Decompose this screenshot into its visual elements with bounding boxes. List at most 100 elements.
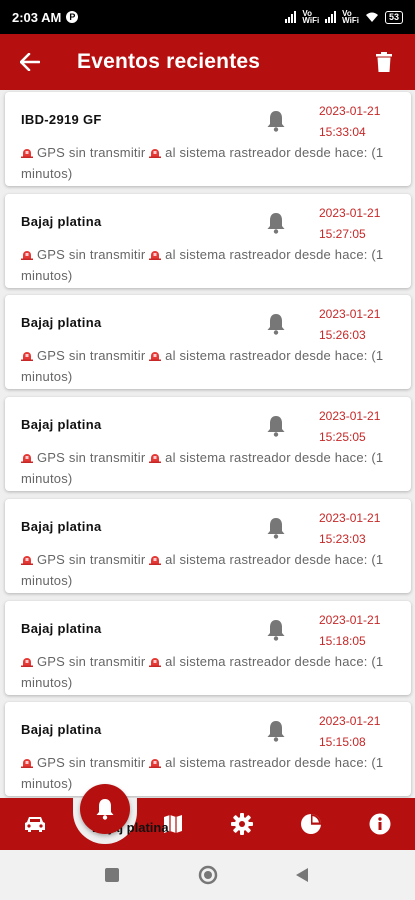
nav-reports[interactable] [281, 798, 341, 850]
siren-icon [149, 759, 162, 769]
back-button[interactable] [0, 34, 60, 90]
siren-icon [21, 759, 33, 769]
event-time: 15:23:03 [319, 531, 366, 546]
siren-icon [21, 250, 33, 260]
bell-icon[interactable] [266, 415, 286, 437]
event-message-part1: GPS sin transmitir [37, 551, 146, 567]
triangle-back-icon [296, 868, 308, 882]
delete-all-button[interactable] [353, 34, 415, 90]
event-time: 15:27:05 [319, 226, 366, 241]
bell-icon[interactable] [266, 720, 286, 742]
gear-icon [231, 813, 253, 835]
event-date: 2023-01-21 [319, 714, 381, 729]
siren-icon [149, 454, 162, 464]
siren-icon [149, 352, 162, 362]
bell-icon[interactable] [266, 619, 286, 641]
event-card[interactable]: IBD-2919 GF 2023-01-21 15:33:04 GPS sin tra… [5, 92, 411, 186]
event-timestamp: 2023-01-21 15:23:03 [319, 508, 409, 550]
page-title: Eventos recientes [77, 50, 261, 73]
event-message: GPS sin transmitir al sistema rastreador… [21, 549, 406, 591]
car-icon [25, 817, 45, 832]
event-card[interactable]: Bajaj platina 2023-01-21 15:15:08 GPS sin t… [5, 702, 411, 797]
event-time: 15:15:08 [319, 735, 366, 750]
wifi-icon [365, 12, 378, 22]
event-date: 2023-01-21 [319, 409, 381, 424]
event-vehicle-name: Bajaj platina [21, 620, 102, 636]
network-label: Vo WiFi [302, 9, 320, 25]
signal-icon [285, 11, 297, 23]
event-vehicle-name: IBD-2919 GF [21, 112, 102, 127]
siren-icon [21, 454, 33, 464]
signal-icon-2 [325, 11, 337, 23]
event-message: GPS sin transmitir al sistema rastreador… [21, 752, 406, 794]
siren-icon [149, 250, 162, 260]
bell-icon[interactable] [266, 110, 286, 132]
event-message: GPS sin transmitir al sistema rastreador… [21, 447, 406, 489]
bottom-nav [0, 798, 415, 850]
event-message: GPS sin transmitir al sistema rastreador… [21, 651, 406, 693]
event-date: 2023-01-21 [319, 104, 381, 118]
event-timestamp: 2023-01-21 15:27:05 [319, 203, 409, 245]
siren-icon [21, 149, 33, 158]
event-message-part1: GPS sin transmitir [37, 348, 146, 364]
battery-icon: 53 [384, 10, 403, 24]
event-timestamp: 2023-01-21 15:26:03 [319, 304, 409, 346]
event-timestamp: 2023-01-21 15:33:04 [319, 101, 409, 143]
event-time: 15:25:05 [319, 430, 366, 445]
bell-icon[interactable] [266, 517, 286, 539]
event-timestamp: 2023-01-21 15:15:08 [319, 711, 409, 753]
circle-icon [198, 865, 218, 885]
network-label-2: Vo WiFi [342, 9, 359, 25]
event-timestamp: 2023-01-21 15:18:05 [319, 610, 409, 652]
siren-icon [149, 149, 162, 158]
event-time: 15:26:03 [319, 328, 366, 343]
event-timestamp: 2023-01-21 15:25:05 [319, 406, 409, 448]
system-nav-bar [0, 850, 415, 900]
siren-icon [21, 555, 33, 565]
event-list: IBD-2919 GF 2023-01-21 15:33:04 GPS sin tra… [0, 90, 415, 798]
back-nav-button[interactable] [292, 865, 312, 885]
event-card[interactable]: Bajaj platina 2023-01-21 15:18:05 GPS sin t… [5, 600, 411, 695]
event-message-part1: GPS sin transmitir [37, 450, 146, 466]
nav-info[interactable] [350, 798, 410, 850]
arrow-left-icon [20, 53, 40, 71]
bell-icon[interactable] [266, 212, 286, 234]
event-date: 2023-01-21 [319, 205, 381, 220]
event-vehicle-name: Bajaj platina [21, 518, 102, 534]
siren-icon [21, 352, 33, 362]
siren-icon [149, 555, 162, 565]
event-vehicle-name: Bajaj platina [21, 722, 102, 738]
bell-icon[interactable] [266, 313, 286, 336]
bell-icon [96, 799, 114, 820]
event-time: 15:33:04 [319, 125, 366, 139]
event-vehicle-name: Bajaj platina [21, 417, 102, 433]
event-message-part1: GPS sin transmitir [37, 653, 146, 669]
siren-icon [21, 657, 33, 667]
event-card[interactable]: Bajaj platina 2023-01-21 15:25:05 GPS sin t… [5, 397, 411, 492]
event-vehicle-name: Bajaj platina [21, 315, 102, 331]
event-card[interactable]: Bajaj platina 2023-01-21 15:23:03 GPS sin t… [5, 498, 411, 593]
event-message-part1: GPS sin transmitir [37, 755, 146, 771]
event-message: GPS sin transmitir al sistema rastreador… [21, 244, 406, 286]
status-time: 2:03 AM [12, 9, 62, 25]
event-card[interactable]: Bajaj platina 2023-01-21 15:26:03 GPS sin t… [5, 295, 411, 390]
nav-settings[interactable] [212, 798, 272, 850]
event-message: GPS sin transmitir al sistema rastreador… [21, 142, 406, 184]
event-card[interactable]: Bajaj platina 2023-01-21 15:27:05 GPS sin t… [5, 193, 411, 288]
event-date: 2023-01-21 [319, 307, 381, 322]
event-time: 15:18:05 [319, 633, 366, 648]
home-button[interactable] [198, 865, 218, 885]
nav-vehicles[interactable] [5, 798, 65, 850]
app-bar: Eventos recientes [0, 34, 415, 90]
event-date: 2023-01-21 [319, 510, 381, 525]
event-vehicle-name: Bajaj platina [21, 213, 102, 229]
event-message-part1: GPS sin transmitir [37, 145, 146, 160]
pie-chart-icon [301, 814, 321, 834]
event-message-part1: GPS sin transmitir [37, 246, 146, 262]
trash-icon [376, 52, 392, 72]
recents-button[interactable] [102, 865, 122, 885]
siren-icon [149, 657, 162, 667]
event-date: 2023-01-21 [319, 612, 381, 627]
nav-events-active[interactable] [80, 784, 130, 834]
notification-p-icon: P [66, 11, 79, 23]
